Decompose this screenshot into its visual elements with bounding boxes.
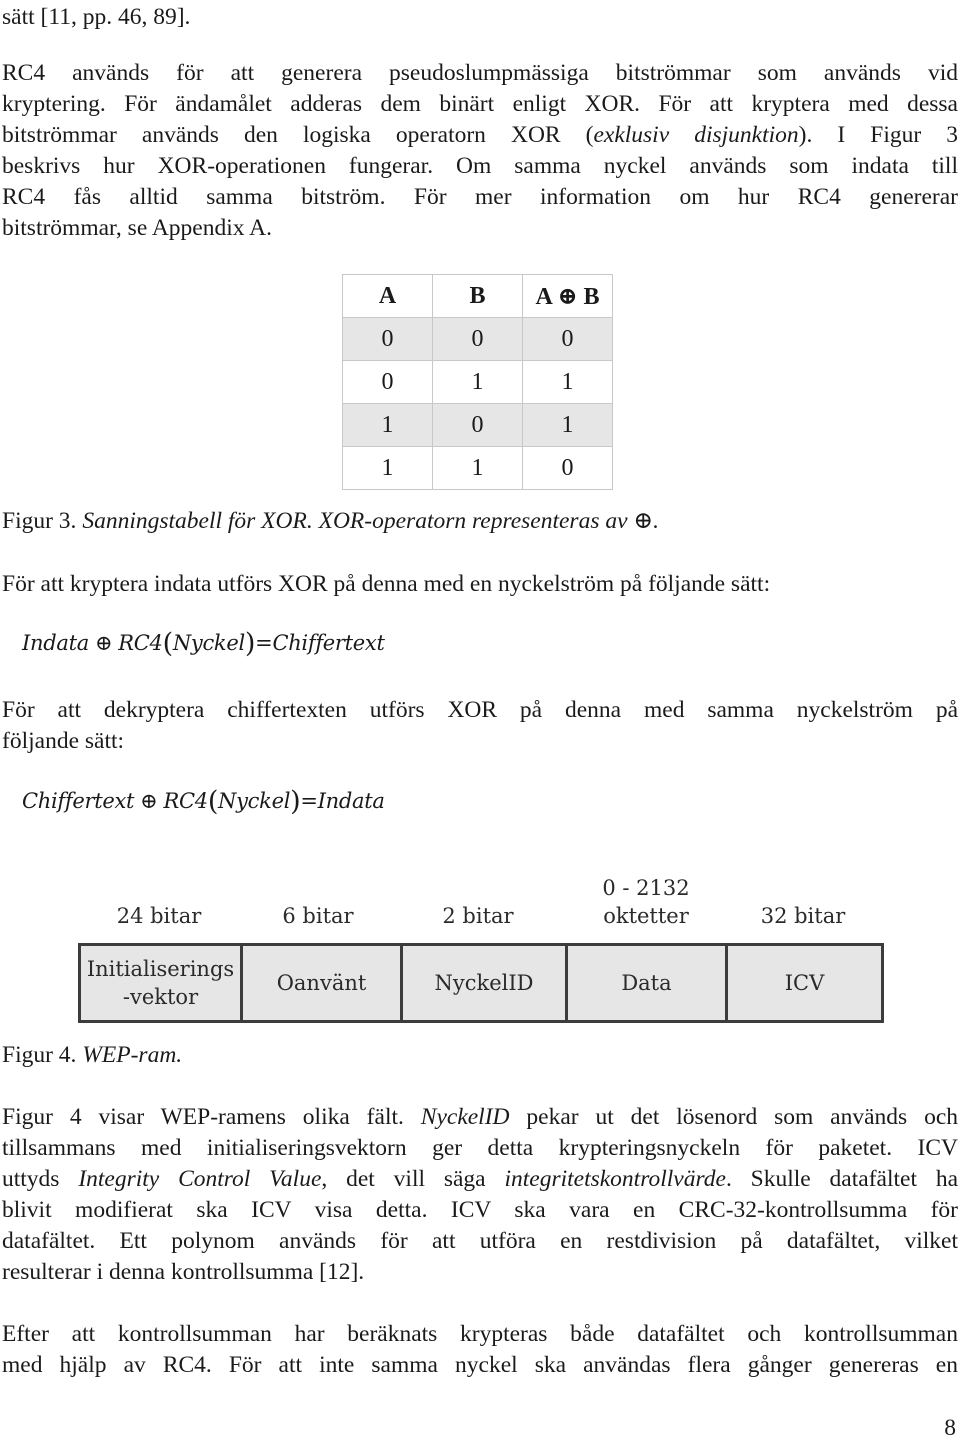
decrypt-formula: Chiffertext ⊕ RC4(Nyckel)=Indata bbox=[22, 786, 385, 817]
table-cell: 1 bbox=[432, 360, 523, 404]
table-header-cell: A bbox=[342, 274, 433, 318]
page-number: 8 bbox=[944, 1415, 956, 1441]
table-header-cell: A ⊕ B bbox=[522, 274, 613, 318]
formula-left: Chiffertext bbox=[22, 789, 135, 813]
formula-func: RC4 bbox=[163, 789, 208, 813]
table-cell: 0 bbox=[432, 403, 523, 447]
paragraph-line: med hjälp av RC4. För att inte samma nyc… bbox=[2, 1352, 958, 1378]
open-paren: ( bbox=[207, 786, 219, 817]
italic-term: NyckelID bbox=[420, 1104, 510, 1130]
caption-label: Figur 3. bbox=[2, 508, 77, 534]
italic-term: exklusiv disjunktion bbox=[593, 122, 799, 148]
formula-result: Indata bbox=[317, 789, 385, 813]
paragraph-line: För att kryptera indata utförs XOR på de… bbox=[2, 571, 771, 597]
caption-text: Sanningstabell för XOR. XOR-operatorn re… bbox=[82, 508, 659, 534]
intro-line: sätt [11, pp. 46, 89]. bbox=[2, 2, 958, 33]
table-header-row: A B A ⊕ B bbox=[342, 274, 613, 318]
paragraph-encrypt: För att kryptera indata utförs XOR på de… bbox=[2, 569, 958, 600]
paragraph-line: blivit modifierat ska ICV visa detta. IC… bbox=[2, 1197, 958, 1223]
paragraph-line: RC4 används för att generera pseudoslump… bbox=[2, 60, 958, 86]
paragraph-line: För att dekryptera chiffertexten utförs … bbox=[2, 697, 958, 723]
wep-frame: Initialiserings -vektor Oanvänt NyckelID… bbox=[78, 943, 884, 1023]
field-size-label: 24 bitar bbox=[116, 904, 202, 928]
equals-sign: = bbox=[300, 789, 318, 813]
xor-truth-table: A B A ⊕ B 000011101110 bbox=[342, 274, 613, 490]
open-paren: ( bbox=[162, 628, 174, 659]
paragraph-rc4-intro: RC4 används för att generera pseudoslump… bbox=[2, 58, 958, 244]
figure4-caption: Figur 4. WEP-ram. bbox=[2, 1040, 182, 1071]
xor-operator: ⊕ bbox=[140, 789, 158, 813]
table-cell: 1 bbox=[522, 360, 613, 404]
table-row: 011 bbox=[342, 360, 613, 404]
paragraph-line: resulterar i denna kontrollsumma [12]. bbox=[2, 1259, 365, 1285]
formula-result: Chiffertext bbox=[272, 631, 385, 655]
formula-func: RC4 bbox=[118, 631, 163, 655]
paragraph-line: tillsammans med initialiseringsvektorn g… bbox=[2, 1135, 958, 1161]
paragraph-checksum: Efter att kontrollsumman har beräknats k… bbox=[2, 1319, 958, 1381]
formula-left: Indata bbox=[22, 631, 89, 655]
paragraph-line: kryptering. För ändamålet adderas dem bi… bbox=[2, 91, 958, 117]
paragraph-line: datafältet. Ett polynom används för att … bbox=[2, 1228, 958, 1254]
equals-sign: = bbox=[255, 631, 273, 655]
paragraph-wep-fields: Figur 4 visar WEP-ramens olika fält. Nyc… bbox=[2, 1102, 958, 1288]
paragraph-line: Figur 4 visar WEP-ramens olika fält. Nyc… bbox=[2, 1104, 958, 1130]
field-size-label: 0 - 2132 oktetter bbox=[602, 876, 690, 928]
table-row: 000 bbox=[342, 317, 613, 361]
italic-term: integritetskontrollvärde bbox=[504, 1166, 726, 1192]
paragraph-decrypt: För att dekryptera chiffertexten utförs … bbox=[2, 695, 958, 757]
field-size-label: 2 bitar bbox=[442, 904, 514, 928]
table-cell: 1 bbox=[342, 446, 433, 490]
wep-field-data: Data bbox=[568, 946, 728, 1020]
table-cell: 1 bbox=[432, 446, 523, 490]
table-row: 110 bbox=[342, 446, 613, 490]
table-row: 101 bbox=[342, 403, 613, 447]
close-paren: ) bbox=[290, 786, 301, 817]
paragraph-line: Efter att kontrollsumman har beräknats k… bbox=[2, 1321, 958, 1347]
table-cell: 0 bbox=[432, 317, 523, 361]
field-size-label: 32 bitar bbox=[760, 904, 846, 928]
italic-term: Integrity Control Value bbox=[78, 1166, 322, 1192]
paragraph-line: beskrivs hur XOR-operationen fungerar. O… bbox=[2, 153, 958, 179]
figure3-caption: Figur 3. Sanningstabell för XOR. XOR-ope… bbox=[2, 506, 659, 537]
wep-field-unused: Oanvänt bbox=[243, 946, 403, 1020]
encrypt-formula: Indata ⊕ RC4(Nyckel)=Chiffertext bbox=[22, 628, 385, 659]
paragraph-line: RC4 fås alltid samma bitström. För mer i… bbox=[2, 184, 958, 210]
table-cell: 0 bbox=[522, 446, 613, 490]
caption-label: Figur 4. bbox=[2, 1042, 77, 1068]
table-header-cell: B bbox=[432, 274, 523, 318]
intro-text: sätt [11, pp. 46, 89]. bbox=[2, 4, 191, 30]
table-cell: 0 bbox=[522, 317, 613, 361]
table-cell: 0 bbox=[342, 360, 433, 404]
field-size-label: 6 bitar bbox=[282, 904, 354, 928]
close-paren: ) bbox=[244, 628, 256, 659]
table-cell: 1 bbox=[342, 403, 433, 447]
caption-text: WEP-ram. bbox=[82, 1042, 183, 1068]
table-cell: 0 bbox=[342, 317, 433, 361]
wep-field-icv: ICV bbox=[784, 971, 825, 995]
wep-field-keyid: NyckelID bbox=[403, 946, 568, 1020]
paragraph-line: bitströmmar, se Appendix A. bbox=[2, 215, 272, 241]
paragraph-line: bitströmmar används den logiska operator… bbox=[2, 122, 958, 148]
formula-arg: Nyckel bbox=[172, 631, 245, 655]
xor-operator: ⊕ bbox=[94, 631, 113, 655]
wep-field-iv: Initialiserings -vektor bbox=[81, 946, 243, 1020]
formula-arg: Nyckel bbox=[218, 789, 291, 813]
table-cell: 1 bbox=[522, 403, 613, 447]
paragraph-line: uttyds Integrity Control Value, det vill… bbox=[2, 1166, 958, 1192]
paragraph-line: följande sätt: bbox=[2, 728, 125, 754]
